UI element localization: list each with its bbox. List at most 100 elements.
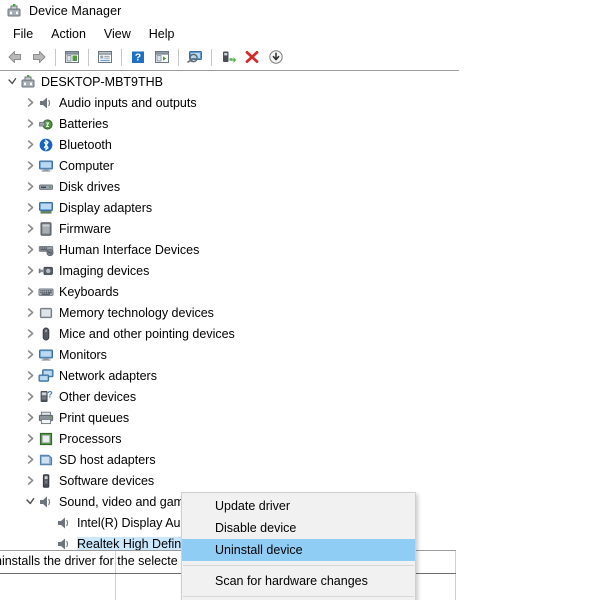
tree-row[interactable]: Mice and other pointing devices — [0, 323, 456, 344]
chevron-right-icon[interactable] — [22, 239, 38, 260]
tree-row[interactable]: Imaging devices — [0, 260, 456, 281]
menu-action[interactable]: Action — [42, 25, 95, 43]
keyboard-icon — [38, 284, 54, 300]
status-divider — [455, 551, 456, 573]
chevron-right-icon[interactable] — [22, 176, 38, 197]
device-tree[interactable]: DESKTOP-MBT9THB Audio inputs and outputs… — [0, 71, 456, 550]
chevron-right-icon[interactable] — [22, 281, 38, 302]
below-status-divider — [455, 574, 456, 600]
firmware-chip-icon — [38, 221, 54, 237]
tree-row[interactable]: Processors — [0, 428, 456, 449]
scan-hardware-icon — [187, 50, 202, 63]
scan-hardware-changes-button[interactable] — [183, 46, 207, 68]
tree-item-label: Firmware — [59, 221, 112, 236]
tree-item-label: Keyboards — [59, 284, 119, 299]
toolbar: ? — [0, 44, 459, 71]
show-hide-action-pane-button[interactable] — [150, 46, 174, 68]
tree-row[interactable]: Firmware — [0, 218, 456, 239]
svg-text:?: ? — [135, 52, 141, 64]
tree-row[interactable]: Keyboards — [0, 281, 456, 302]
left-arrow-icon — [8, 51, 21, 63]
tree-row[interactable]: Human Interface Devices — [0, 239, 456, 260]
chevron-right-icon[interactable] — [22, 407, 38, 428]
tree-row[interactable]: Print queues — [0, 407, 456, 428]
tree-row[interactable]: Network adapters — [0, 365, 456, 386]
context-menu-separator — [183, 596, 414, 597]
chevron-right-icon[interactable] — [22, 197, 38, 218]
tree-row[interactable]: SD host adapters — [0, 449, 456, 470]
disable-device-button[interactable] — [264, 46, 288, 68]
chevron-right-icon[interactable] — [22, 428, 38, 449]
status-text: ninstalls the driver for the selecte — [0, 554, 178, 568]
tree-children: Audio inputs and outputs Batteries Bluetoo… — [0, 92, 456, 550]
tree-row[interactable]: Audio inputs and outputs — [0, 92, 456, 113]
tree-item-label: Computer — [59, 158, 114, 173]
chevron-right-icon[interactable] — [22, 260, 38, 281]
chevron-down-icon[interactable] — [22, 491, 38, 512]
tree-root-label: DESKTOP-MBT9THB — [41, 74, 164, 89]
menu-help[interactable]: Help — [140, 25, 184, 43]
update-driver-button[interactable] — [216, 46, 240, 68]
tree-item-label: Monitors — [59, 347, 107, 362]
chevron-right-icon[interactable] — [22, 365, 38, 386]
tree-item-label: Mice and other pointing devices — [59, 326, 235, 341]
chevron-right-icon[interactable] — [22, 218, 38, 239]
menu-view[interactable]: View — [95, 25, 140, 43]
speaker-icon — [38, 95, 54, 111]
tree-item-label: Imaging devices — [59, 263, 150, 278]
show-hide-console-tree-button[interactable] — [60, 46, 84, 68]
chevron-right-icon[interactable] — [22, 449, 38, 470]
context-menu-item[interactable]: Uninstall device — [182, 539, 415, 561]
forward-button[interactable] — [27, 46, 51, 68]
menu-bar: File Action View Help — [0, 23, 460, 44]
tree-row[interactable]: Software devices — [0, 470, 456, 491]
menu-file[interactable]: File — [4, 25, 42, 43]
help-button[interactable]: ? — [126, 46, 150, 68]
below-status-divider — [115, 574, 116, 600]
tree-row[interactable]: Memory technology devices — [0, 302, 456, 323]
tree-row-root[interactable]: DESKTOP-MBT9THB — [0, 71, 456, 92]
tree-item-label: SD host adapters — [59, 452, 156, 467]
chevron-right-icon[interactable] — [22, 323, 38, 344]
tree-item-label: Network adapters — [59, 368, 157, 383]
context-menu-item[interactable]: Disable device — [182, 517, 415, 539]
tree-item-label: Batteries — [59, 116, 109, 131]
other-device-question-icon: ? — [38, 389, 54, 405]
action-pane-icon — [155, 51, 169, 63]
chevron-right-icon[interactable] — [22, 302, 38, 323]
chevron-right-icon[interactable] — [22, 134, 38, 155]
chevron-right-icon[interactable] — [22, 344, 38, 365]
computer-root-icon — [20, 74, 36, 90]
context-menu-item[interactable]: Scan for hardware changes — [182, 570, 415, 592]
chevron-right-icon[interactable] — [22, 113, 38, 134]
tree-row[interactable]: Display adapters — [0, 197, 456, 218]
chevron-down-icon[interactable] — [4, 71, 20, 92]
context-menu-items: Update driver Disable device Uninstall dev… — [182, 495, 415, 597]
tree-row[interactable]: Bluetooth — [0, 134, 456, 155]
tree-item-label: Software devices — [59, 473, 155, 488]
tree-row[interactable]: Disk drives — [0, 176, 456, 197]
window-title: Device Manager — [29, 4, 122, 18]
bluetooth-icon — [38, 137, 54, 153]
back-button[interactable] — [3, 46, 27, 68]
disk-drive-icon — [38, 179, 54, 195]
tree-row[interactable]: Batteries — [0, 113, 456, 134]
chevron-right-icon[interactable] — [22, 155, 38, 176]
mouse-icon — [38, 326, 54, 342]
properties-button[interactable] — [93, 46, 117, 68]
memory-card-icon — [38, 305, 54, 321]
tree-row[interactable]: ? Other devices — [0, 386, 456, 407]
uninstall-device-button[interactable] — [240, 46, 264, 68]
context-menu-item[interactable]: Update driver — [182, 495, 415, 517]
tree-row[interactable]: Computer — [0, 155, 456, 176]
chevron-right-icon[interactable] — [22, 386, 38, 407]
chevron-right-icon[interactable] — [22, 92, 38, 113]
tree-row[interactable]: Monitors — [0, 344, 456, 365]
toolbar-separator — [211, 48, 212, 66]
chevron-right-icon[interactable] — [22, 470, 38, 491]
tree-item-label: Human Interface Devices — [59, 242, 200, 257]
context-menu[interactable]: Update driver Disable device Uninstall dev… — [181, 492, 416, 600]
title-bar: Device Manager — [0, 0, 462, 22]
